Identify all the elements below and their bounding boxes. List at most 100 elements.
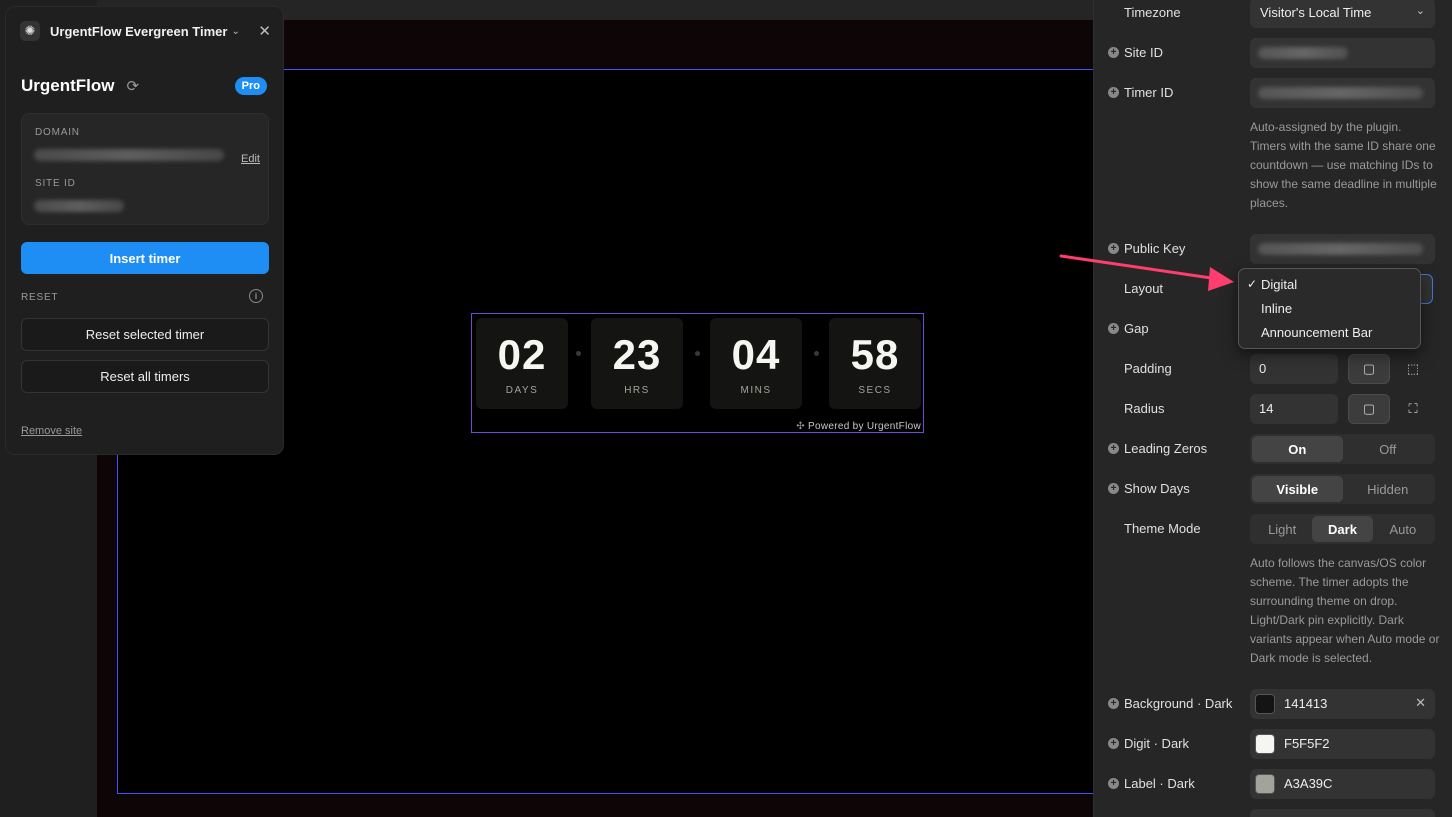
leading-zeros-off[interactable]: Off	[1343, 436, 1434, 462]
edit-domain-link[interactable]: Edit	[241, 153, 260, 165]
theme-mode-label: Theme Mode	[1124, 521, 1201, 536]
pro-badge: Pro	[234, 77, 267, 95]
timer-label: DAYS	[505, 385, 539, 396]
properties-panel: Timezone Visitor's Local Time ⌄ + Site I…	[1093, 0, 1452, 817]
brand-name: UrgentFlow	[21, 76, 115, 95]
panel-title[interactable]: UrgentFlow Evergreen Timer	[50, 24, 227, 39]
padding-label: Padding	[1124, 361, 1172, 376]
next-color-row	[1094, 809, 1452, 817]
powered-by-badge[interactable]: ✣ Powered by UrgentFlow	[796, 421, 921, 432]
layout-option-inline[interactable]: Inline	[1239, 297, 1420, 321]
padding-uniform-button[interactable]: ▢	[1348, 354, 1390, 384]
radius-label: Radius	[1124, 401, 1165, 416]
reset-all-timers-button[interactable]: Reset all timers	[21, 360, 269, 393]
leading-zeros-row: + Leading Zeros On Off	[1094, 434, 1452, 464]
radius-input[interactable]: 14	[1250, 394, 1338, 424]
site-id-row: + Site ID	[1094, 38, 1452, 68]
plus-circle-icon[interactable]: +	[1108, 698, 1119, 709]
color-swatch[interactable]	[1255, 774, 1275, 794]
timer-label: MINS	[740, 385, 772, 396]
show-days-row: + Show Days Visible Hidden	[1094, 474, 1452, 504]
padding-individual-button[interactable]: ⬚	[1392, 354, 1434, 384]
layout-option-announcement-bar[interactable]: Announcement Bar	[1239, 321, 1420, 345]
show-days-label: Show Days	[1124, 481, 1190, 496]
plus-circle-icon[interactable]: +	[1108, 483, 1119, 494]
info-icon[interactable]: i	[249, 289, 263, 303]
show-days-hidden[interactable]: Hidden	[1343, 476, 1434, 502]
public-key-input[interactable]	[1250, 234, 1435, 264]
domain-label: DOMAIN	[35, 127, 80, 138]
layout-option-label: Inline	[1261, 301, 1293, 316]
sides-icon: ⬚	[1406, 361, 1420, 376]
color-swatch[interactable]	[1255, 734, 1275, 754]
digit-dark-row: + Digit · Dark F5F5F2	[1094, 729, 1452, 759]
padding-input[interactable]: 0	[1250, 354, 1338, 384]
app-root: 02 DAYS 23 HRS 04 MINS 58 SECS ✣ Powered …	[0, 0, 1452, 817]
radius-individual-button[interactable]: ⛶	[1392, 394, 1434, 424]
powered-by-text: Powered by UrgentFlow	[807, 421, 921, 432]
timer-unit-seconds: 58 SECS	[829, 318, 921, 409]
site-id-value-redacted	[34, 200, 124, 212]
plus-circle-icon[interactable]: +	[1108, 323, 1119, 334]
timer-digit: 04	[731, 331, 781, 378]
timer-label: SECS	[858, 385, 892, 396]
layout-option-label: Digital	[1261, 277, 1298, 292]
brand-row: UrgentFlow ⟳ Pro	[21, 75, 267, 97]
countdown-timer[interactable]: 02 DAYS 23 HRS 04 MINS 58 SECS ✣ Powered …	[471, 313, 924, 433]
theme-auto[interactable]: Auto	[1373, 516, 1433, 542]
gap-label: Gap	[1124, 321, 1149, 336]
timer-id-input[interactable]	[1250, 78, 1435, 108]
label-dark-row: + Label · Dark A3A39C	[1094, 769, 1452, 799]
reset-selected-timer-button[interactable]: Reset selected timer	[21, 318, 269, 351]
timer-digit: 23	[612, 331, 662, 378]
show-days-toggle: Visible Hidden	[1250, 474, 1435, 504]
timer-digit: 02	[497, 331, 547, 378]
layout-dropdown: ✓ Digital Inline Announcement Bar	[1238, 268, 1421, 349]
remove-site-link[interactable]: Remove site	[21, 425, 82, 437]
plus-circle-icon[interactable]: +	[1108, 47, 1119, 58]
layout-option-label: Announcement Bar	[1261, 325, 1373, 340]
timer-unit-days: 02 DAYS	[476, 318, 568, 409]
show-days-visible[interactable]: Visible	[1252, 476, 1343, 502]
layout-select[interactable]	[1421, 274, 1433, 304]
public-key-redacted	[1258, 243, 1423, 255]
plus-circle-icon[interactable]: +	[1108, 443, 1119, 454]
timer-label: HRS	[624, 385, 650, 396]
next-color-input[interactable]	[1250, 809, 1435, 817]
timer-id-label: Timer ID	[1124, 85, 1174, 100]
timer-unit-hours: 23 HRS	[591, 318, 683, 409]
rounded-square-icon: ▢	[1362, 401, 1376, 416]
theme-mode-row: Theme Mode Light Dark Auto	[1094, 514, 1452, 544]
site-info-card: DOMAIN Edit SITE ID	[21, 113, 269, 225]
leading-zeros-on[interactable]: On	[1252, 436, 1343, 462]
leading-zeros-label: Leading Zeros	[1124, 441, 1208, 456]
timezone-select[interactable]: Visitor's Local Time ⌄	[1250, 0, 1435, 28]
theme-mode-help: Auto follows the canvas/OS color scheme.…	[1250, 556, 1440, 665]
color-swatch[interactable]	[1255, 694, 1275, 714]
timezone-value: Visitor's Local Time	[1260, 5, 1372, 20]
digit-dark-input[interactable]: F5F5F2	[1250, 729, 1435, 759]
site-id-redacted	[1258, 47, 1348, 59]
close-icon[interactable]: ✕	[258, 22, 271, 40]
site-id-input[interactable]	[1250, 38, 1435, 68]
timer-digit: 58	[850, 331, 900, 378]
plus-circle-icon[interactable]: +	[1108, 778, 1119, 789]
site-id-label: SITE ID	[35, 178, 76, 189]
clear-icon[interactable]: ✕	[1415, 695, 1426, 711]
plus-circle-icon[interactable]: +	[1108, 738, 1119, 749]
chevron-down-icon[interactable]: ⌄	[231, 26, 239, 37]
checkmark-icon: ✓	[1247, 277, 1258, 291]
refresh-icon[interactable]: ⟳	[127, 77, 140, 95]
radius-uniform-button[interactable]: ▢	[1348, 394, 1390, 424]
insert-timer-button[interactable]: Insert timer	[21, 242, 269, 274]
layout-option-digital[interactable]: ✓ Digital	[1239, 273, 1420, 297]
theme-light[interactable]: Light	[1252, 516, 1312, 542]
reset-section-label: RESET	[21, 292, 59, 303]
theme-dark[interactable]: Dark	[1312, 516, 1373, 542]
timezone-row: Timezone Visitor's Local Time ⌄	[1094, 0, 1452, 28]
label-dark-input[interactable]: A3A39C	[1250, 769, 1435, 799]
timer-separator	[814, 351, 819, 356]
background-dark-input[interactable]: 141413 ✕	[1250, 689, 1435, 719]
plus-circle-icon[interactable]: +	[1108, 87, 1119, 98]
domain-value-redacted	[34, 149, 224, 161]
